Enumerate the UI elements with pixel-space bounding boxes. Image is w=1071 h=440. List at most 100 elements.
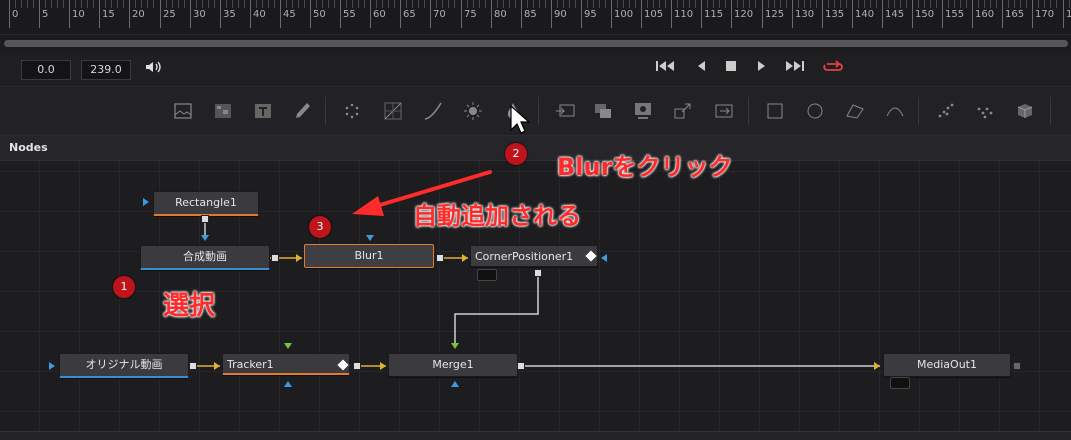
pRender-icon[interactable] (974, 100, 996, 122)
ruler-tick-label: 55 (343, 9, 356, 20)
output-port[interactable] (436, 254, 444, 262)
ruler-minor-tick (870, 0, 871, 8)
ruler-minor-tick (81, 0, 82, 8)
volume-icon[interactable] (142, 59, 164, 79)
ruler-tick-label: 150 (915, 9, 935, 20)
ruler-tick (731, 0, 732, 28)
bspline-mask-icon[interactable] (884, 100, 906, 122)
node-media-out1[interactable]: MediaOut1 (883, 353, 1011, 377)
input-arrow-icon (462, 254, 468, 262)
ruler-minor-tick (256, 0, 257, 8)
ruler-tick-label: 65 (403, 9, 416, 20)
color-curves-icon[interactable] (382, 100, 404, 122)
polygon-mask-icon[interactable] (844, 100, 866, 122)
ruler-minor-tick (442, 0, 443, 8)
ruler-minor-tick (388, 0, 389, 8)
ruler-minor-tick (208, 0, 209, 8)
stop-icon[interactable] (720, 59, 742, 79)
ruler-tick-label: 175 (1066, 9, 1071, 20)
output-port[interactable] (353, 362, 361, 370)
node-canvas[interactable]: Rectangle1 合成動画 Blur1 CornerPositioner1 … (0, 153, 1071, 431)
loader-icon[interactable] (554, 100, 576, 122)
play-reverse-icon[interactable] (690, 59, 712, 79)
node-tracker1[interactable]: Tracker1 (222, 353, 350, 375)
color-corrector-icon[interactable] (462, 100, 484, 122)
timeline-scrollbar[interactable] (4, 40, 1068, 47)
ruler-tick-label: 15 (102, 9, 115, 20)
skip-to-start-icon[interactable] (655, 59, 677, 79)
brightness-contrast-icon[interactable] (422, 100, 444, 122)
ruler-minor-tick (804, 0, 805, 8)
ruler-minor-tick (1008, 0, 1009, 8)
input-arrow-icon (451, 343, 459, 349)
end-time-field[interactable]: 239.0 (81, 60, 131, 80)
node-blur1[interactable]: Blur1 (304, 244, 434, 268)
ruler-minor-tick (196, 0, 197, 8)
output-port[interactable] (201, 215, 209, 223)
pEmitter-icon[interactable] (934, 100, 956, 122)
ruler-tick-label: 40 (253, 9, 266, 20)
background-icon[interactable] (172, 100, 194, 122)
ruler-minor-tick (683, 0, 684, 8)
ruler-minor-tick (743, 0, 744, 8)
ruler-minor-tick (334, 0, 335, 8)
ruler-minor-tick (105, 0, 106, 8)
ruler-tick (220, 0, 221, 28)
node-merge1[interactable]: Merge1 (388, 353, 518, 377)
merge-icon[interactable] (592, 100, 614, 122)
ruler-minor-tick (123, 0, 124, 8)
paint-icon[interactable] (292, 100, 314, 122)
timeline-ruler[interactable]: 0 5 10 15 20 25 30 35 40 45 50 55 60 65 70 75 80 85 90 95 10… (0, 0, 1071, 35)
fast-noise-icon[interactable] (212, 100, 234, 122)
ruler-tick (882, 0, 883, 28)
text-icon[interactable] (252, 100, 274, 122)
ruler-minor-tick (569, 0, 570, 8)
ruler-tick (491, 0, 492, 28)
ruler-minor-tick (635, 0, 636, 8)
output-port[interactable] (534, 269, 542, 277)
node-rectangle1[interactable]: Rectangle1 (153, 191, 259, 216)
rectangle-mask-icon[interactable] (764, 100, 786, 122)
play-forward-icon[interactable] (751, 59, 773, 79)
ruler-tick-label: 130 (795, 9, 815, 20)
ruler-minor-tick (599, 0, 600, 8)
resize-icon[interactable] (713, 100, 735, 122)
ruler-minor-tick (996, 0, 997, 8)
mouse-cursor-icon (510, 105, 530, 134)
nodes-panel-header: Nodes (0, 136, 1071, 161)
output-port[interactable] (517, 362, 525, 370)
ruler-minor-tick (677, 0, 678, 8)
ruler-minor-tick (707, 0, 708, 8)
ruler-tick-label: 0 (12, 9, 19, 20)
ruler-tick (340, 0, 341, 28)
output-port[interactable] (271, 254, 279, 262)
ruler-minor-tick (828, 0, 829, 8)
ruler-minor-tick (412, 0, 413, 8)
ruler-minor-tick (713, 0, 714, 8)
ruler-tick (942, 0, 943, 28)
shape3d-icon[interactable] (1014, 100, 1036, 122)
skip-to-end-icon[interactable] (783, 59, 805, 79)
click-blur-annotation: Blurをクリック (557, 153, 733, 181)
ruler-minor-tick (605, 0, 606, 8)
particles-icon[interactable] (341, 100, 363, 122)
start-time-field[interactable]: 0.0 (21, 60, 71, 80)
loop-icon[interactable] (822, 59, 844, 79)
node-composite-video[interactable]: 合成動画 (140, 245, 270, 270)
ruler-minor-tick (286, 0, 287, 8)
node-corner-positioner1[interactable]: CornerPositioner1 (470, 245, 598, 267)
input-arrow-icon (284, 343, 292, 349)
matte-control-icon[interactable] (632, 100, 654, 122)
ruler-tick-label: 5 (42, 9, 49, 20)
output-port[interactable] (189, 362, 197, 370)
output-port[interactable] (1013, 362, 1021, 370)
transform-icon[interactable] (672, 100, 694, 122)
ruler-minor-tick (798, 0, 799, 8)
ruler-minor-tick (202, 0, 203, 8)
node-original-video[interactable]: オリジナル動画 (59, 353, 189, 378)
ellipse-mask-icon[interactable] (804, 100, 826, 122)
ruler-minor-tick (924, 0, 925, 8)
ruler-minor-tick (111, 0, 112, 8)
ruler-tick (250, 0, 251, 28)
ruler-minor-tick (503, 0, 504, 8)
